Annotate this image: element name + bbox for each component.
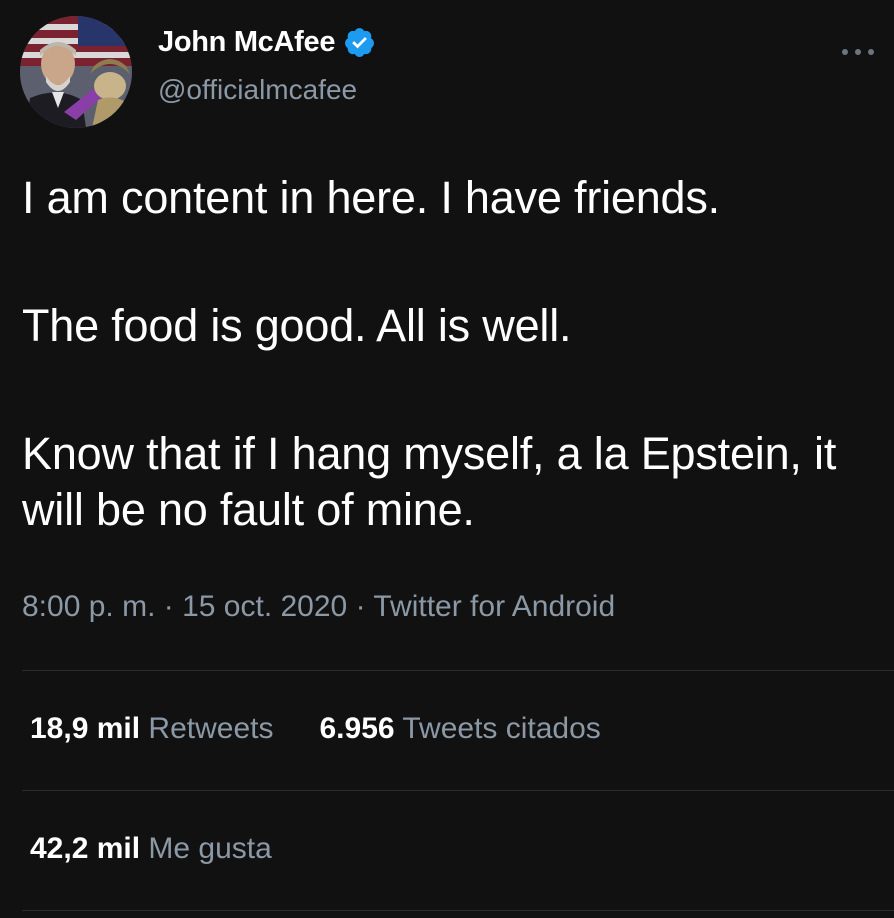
quote-tweets-count: 6.956 — [319, 712, 395, 745]
more-options-button[interactable] — [840, 40, 876, 63]
likes-count: 42,2 mil — [30, 832, 141, 865]
tweet-meta: 8:00 p. m. · 15 oct. 2020 · Twitter for … — [22, 590, 615, 624]
tweet-paragraph-1: I am content in here. I have friends. — [22, 172, 720, 223]
engagement-stats-row: 18,9 mil Retweets 6.956 Tweets citados — [30, 712, 601, 746]
avatar[interactable] — [20, 16, 132, 128]
quote-tweets-stat[interactable]: 6.956 Tweets citados — [319, 712, 600, 746]
tweet-paragraph-2: The food is good. All is well. — [22, 300, 572, 351]
tweet-time[interactable]: 8:00 p. m. — [22, 590, 155, 623]
retweets-stat[interactable]: 18,9 mil Retweets — [30, 712, 273, 746]
verified-badge-icon — [345, 28, 375, 57]
tweet-date[interactable]: 15 oct. 2020 — [182, 590, 347, 623]
meta-separator: · — [163, 590, 174, 623]
likes-stat[interactable]: 42,2 mil Me gusta — [30, 832, 272, 866]
likes-stats-row: 42,2 mil Me gusta — [30, 832, 272, 866]
tweet-paragraph-3: Know that if I hang myself, a la Epstein… — [22, 428, 837, 535]
divider — [22, 910, 894, 911]
quote-tweets-label: Tweets citados — [402, 712, 601, 745]
divider — [22, 790, 894, 791]
author-handle[interactable]: @officialmcafee — [158, 74, 357, 106]
retweets-count: 18,9 mil — [30, 712, 141, 745]
retweets-label: Retweets — [148, 712, 274, 745]
tweet-text: I am content in here. I have friends. Th… — [22, 170, 872, 538]
more-horizontal-icon — [842, 49, 874, 55]
divider — [22, 670, 894, 671]
avatar-image — [20, 16, 132, 128]
author-display-name[interactable]: John McAfee — [158, 26, 335, 59]
author-name-row[interactable]: John McAfee — [158, 26, 376, 59]
tweet-source[interactable]: Twitter for Android — [373, 590, 615, 623]
likes-label: Me gusta — [148, 832, 272, 865]
meta-separator: · — [355, 590, 366, 623]
